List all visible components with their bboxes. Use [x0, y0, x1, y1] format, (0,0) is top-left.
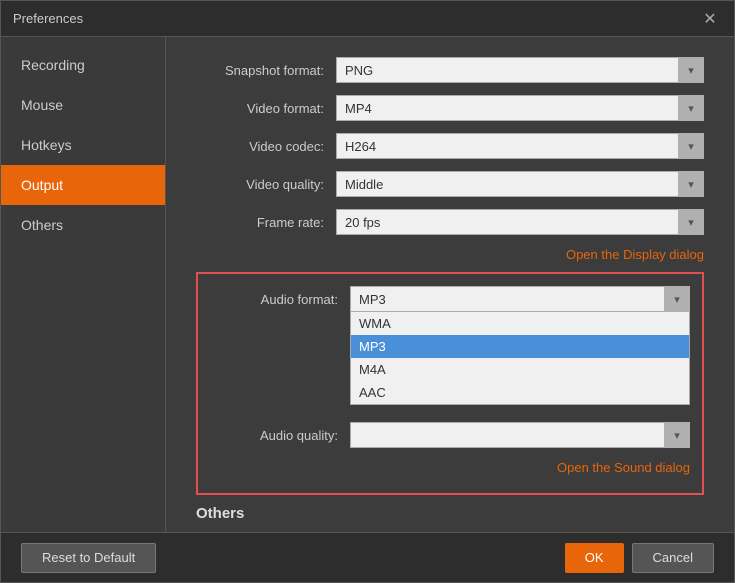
open-sound-dialog-link[interactable]: Open the Sound dialog: [557, 460, 690, 475]
dialog-title: Preferences: [13, 11, 83, 26]
footer-right-buttons: OK Cancel: [565, 543, 714, 573]
snapshot-format-select[interactable]: PNG: [336, 57, 704, 83]
video-format-select-wrapper[interactable]: MP4 ▾: [336, 95, 704, 121]
audio-quality-row: Audio quality: ▾: [210, 422, 690, 448]
open-display-dialog-link[interactable]: Open the Display dialog: [566, 247, 704, 262]
main-content: Snapshot format: PNG ▾ Video format: MP4…: [166, 37, 734, 532]
video-quality-row: Video quality: Middle ▾: [196, 171, 704, 197]
sidebar: Recording Mouse Hotkeys Output Others: [1, 37, 166, 532]
snapshot-format-label: Snapshot format:: [196, 63, 336, 78]
cancel-button[interactable]: Cancel: [632, 543, 714, 573]
frame-rate-row: Frame rate: 20 fps ▾: [196, 209, 704, 235]
video-quality-select-wrapper[interactable]: Middle ▾: [336, 171, 704, 197]
video-format-label: Video format:: [196, 101, 336, 116]
audio-option-aac[interactable]: AAC: [351, 381, 689, 404]
sidebar-item-mouse[interactable]: Mouse: [1, 85, 165, 125]
audio-format-label: Audio format:: [210, 292, 350, 307]
frame-rate-select-wrapper[interactable]: 20 fps ▾: [336, 209, 704, 235]
ok-button[interactable]: OK: [565, 543, 624, 573]
footer: Reset to Default OK Cancel: [1, 532, 734, 582]
audio-format-row: Audio format: MP3 ▾ WMA MP3 M4A AAC: [210, 286, 690, 312]
frame-rate-label: Frame rate:: [196, 215, 336, 230]
others-section-title: Others: [196, 505, 704, 522]
audio-option-m4a[interactable]: M4A: [351, 358, 689, 381]
audio-option-mp3[interactable]: MP3: [351, 335, 689, 358]
audio-option-wma[interactable]: WMA: [351, 312, 689, 335]
video-format-select[interactable]: MP4: [336, 95, 704, 121]
video-quality-label: Video quality:: [196, 177, 336, 192]
audio-quality-select[interactable]: [350, 422, 690, 448]
sidebar-item-others[interactable]: Others: [1, 205, 165, 245]
sidebar-item-hotkeys[interactable]: Hotkeys: [1, 125, 165, 165]
open-sound-link-row: Open the Sound dialog: [210, 460, 690, 475]
sidebar-item-recording[interactable]: Recording: [1, 45, 165, 85]
audio-format-dropdown: WMA MP3 M4A AAC: [350, 312, 690, 405]
title-bar: Preferences ✕: [1, 1, 734, 37]
snapshot-format-select-wrapper[interactable]: PNG ▾: [336, 57, 704, 83]
video-codec-label: Video codec:: [196, 139, 336, 154]
video-codec-row: Video codec: H264 ▾: [196, 133, 704, 159]
sidebar-item-output[interactable]: Output: [1, 165, 165, 205]
open-display-link-row: Open the Display dialog: [196, 247, 704, 262]
audio-quality-label: Audio quality:: [210, 428, 350, 443]
video-codec-select-wrapper[interactable]: H264 ▾: [336, 133, 704, 159]
audio-format-select[interactable]: MP3: [350, 286, 690, 312]
dialog-content: Recording Mouse Hotkeys Output Others Sn…: [1, 37, 734, 532]
snapshot-format-row: Snapshot format: PNG ▾: [196, 57, 704, 83]
video-codec-select[interactable]: H264: [336, 133, 704, 159]
audio-section: Audio format: MP3 ▾ WMA MP3 M4A AAC: [196, 272, 704, 495]
preferences-dialog: Preferences ✕ Recording Mouse Hotkeys Ou…: [0, 0, 735, 583]
reset-button[interactable]: Reset to Default: [21, 543, 156, 573]
audio-quality-select-wrapper[interactable]: ▾: [350, 422, 690, 448]
frame-rate-select[interactable]: 20 fps: [336, 209, 704, 235]
audio-format-select-wrapper[interactable]: MP3 ▾ WMA MP3 M4A AAC: [350, 286, 690, 312]
video-format-row: Video format: MP4 ▾: [196, 95, 704, 121]
close-button[interactable]: ✕: [698, 7, 722, 31]
video-quality-select[interactable]: Middle: [336, 171, 704, 197]
